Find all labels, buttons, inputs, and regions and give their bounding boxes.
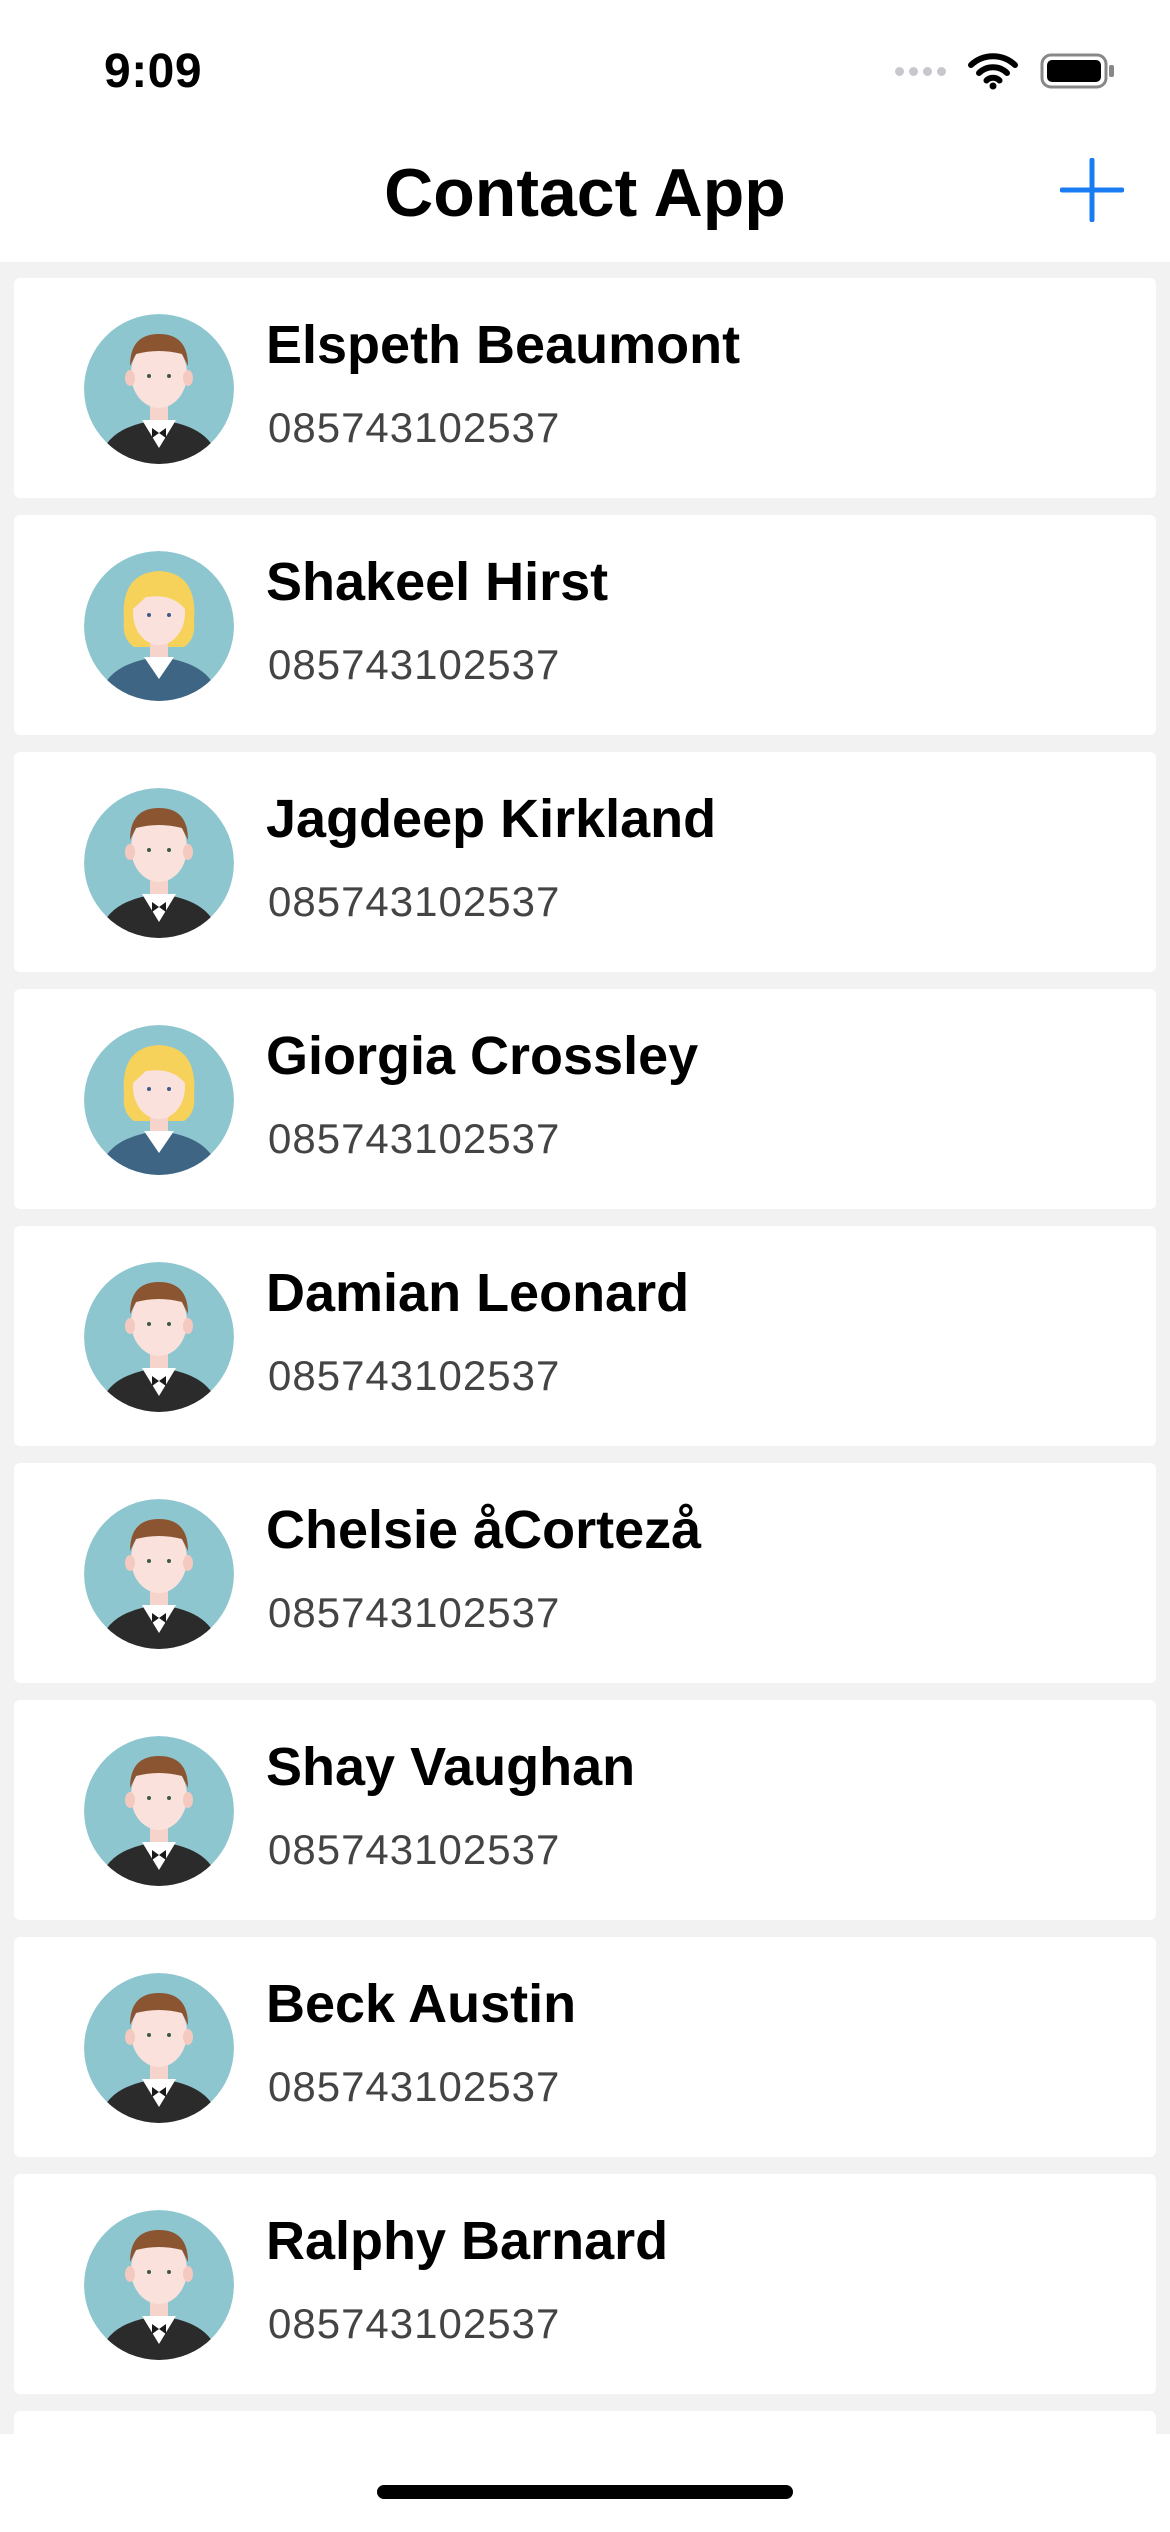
contact-card[interactable]: Chelsie åCortezå 085743102537 bbox=[14, 1463, 1156, 1683]
signal-dots-icon bbox=[895, 66, 946, 76]
contact-name: Damian Leonard bbox=[266, 1263, 690, 1323]
contact-card[interactable]: Beck Austin 085743102537 bbox=[14, 1937, 1156, 2157]
status-icons bbox=[895, 52, 1116, 90]
contact-phone: 085743102537 bbox=[268, 1115, 561, 1162]
contact-card[interactable]: Damian Leonard 085743102537 bbox=[14, 1226, 1156, 1446]
home-indicator[interactable] bbox=[377, 2485, 793, 2499]
male-avatar-icon bbox=[84, 2210, 234, 2360]
male-avatar-icon bbox=[84, 1262, 234, 1412]
contact-name: Giorgia Crossley bbox=[266, 1026, 699, 1086]
contact-card[interactable]: Ralphy Barnard 085743102537 bbox=[14, 2174, 1156, 2394]
male-avatar-icon bbox=[84, 314, 234, 464]
contact-phone: 085743102537 bbox=[268, 1589, 561, 1636]
add-contact-button[interactable] bbox=[1052, 150, 1132, 230]
status-time: 9:09 bbox=[104, 45, 203, 98]
contact-list[interactable]: Elspeth Beaumont 085743102537 Shakeel Hi… bbox=[0, 262, 1170, 2434]
contact-phone: 085743102537 bbox=[268, 641, 561, 688]
contact-card[interactable]: Giorgia Crossley 085743102537 bbox=[14, 989, 1156, 1209]
plus-icon bbox=[1060, 158, 1124, 222]
male-avatar-icon bbox=[84, 1499, 234, 1649]
contact-card[interactable]: Jagdeep Kirkland 085743102537 bbox=[14, 752, 1156, 972]
contact-name: Jagdeep Kirkland bbox=[266, 789, 717, 849]
contact-phone: 085743102537 bbox=[268, 1826, 561, 1873]
status-bar: 9:09 bbox=[0, 0, 1170, 140]
navigation-bar: Contact App bbox=[0, 140, 1170, 262]
contact-card[interactable]: Shakeel Hirst 085743102537 bbox=[14, 515, 1156, 735]
contact-name: Ralphy Barnard bbox=[266, 2211, 669, 2271]
contact-name: Chelsie åCortezå bbox=[266, 1500, 702, 1560]
male-avatar-icon bbox=[84, 1973, 234, 2123]
contact-name: Shay Vaughan bbox=[266, 1737, 636, 1797]
contact-name: Beck Austin bbox=[266, 1974, 577, 2034]
female-avatar-icon bbox=[84, 551, 234, 701]
contact-card-partial[interactable] bbox=[14, 2411, 1156, 2434]
contact-card[interactable]: Shay Vaughan 085743102537 bbox=[14, 1700, 1156, 1920]
contact-name: Elspeth Beaumont bbox=[266, 315, 741, 375]
page-title: Contact App bbox=[384, 155, 786, 231]
contact-phone: 085743102537 bbox=[268, 2063, 561, 2110]
contact-phone: 085743102537 bbox=[268, 2300, 561, 2347]
contact-name: Shakeel Hirst bbox=[266, 552, 609, 612]
contact-phone: 085743102537 bbox=[268, 878, 561, 925]
bottom-safe-area bbox=[0, 2434, 1170, 2532]
female-avatar-icon bbox=[84, 1025, 234, 1175]
wifi-icon bbox=[968, 53, 1018, 90]
contact-card[interactable]: Elspeth Beaumont 085743102537 bbox=[14, 278, 1156, 498]
male-avatar-icon bbox=[84, 1736, 234, 1886]
male-avatar-icon bbox=[84, 788, 234, 938]
contact-phone: 085743102537 bbox=[268, 1352, 561, 1399]
battery-icon bbox=[1040, 53, 1114, 89]
contact-phone: 085743102537 bbox=[268, 404, 561, 451]
